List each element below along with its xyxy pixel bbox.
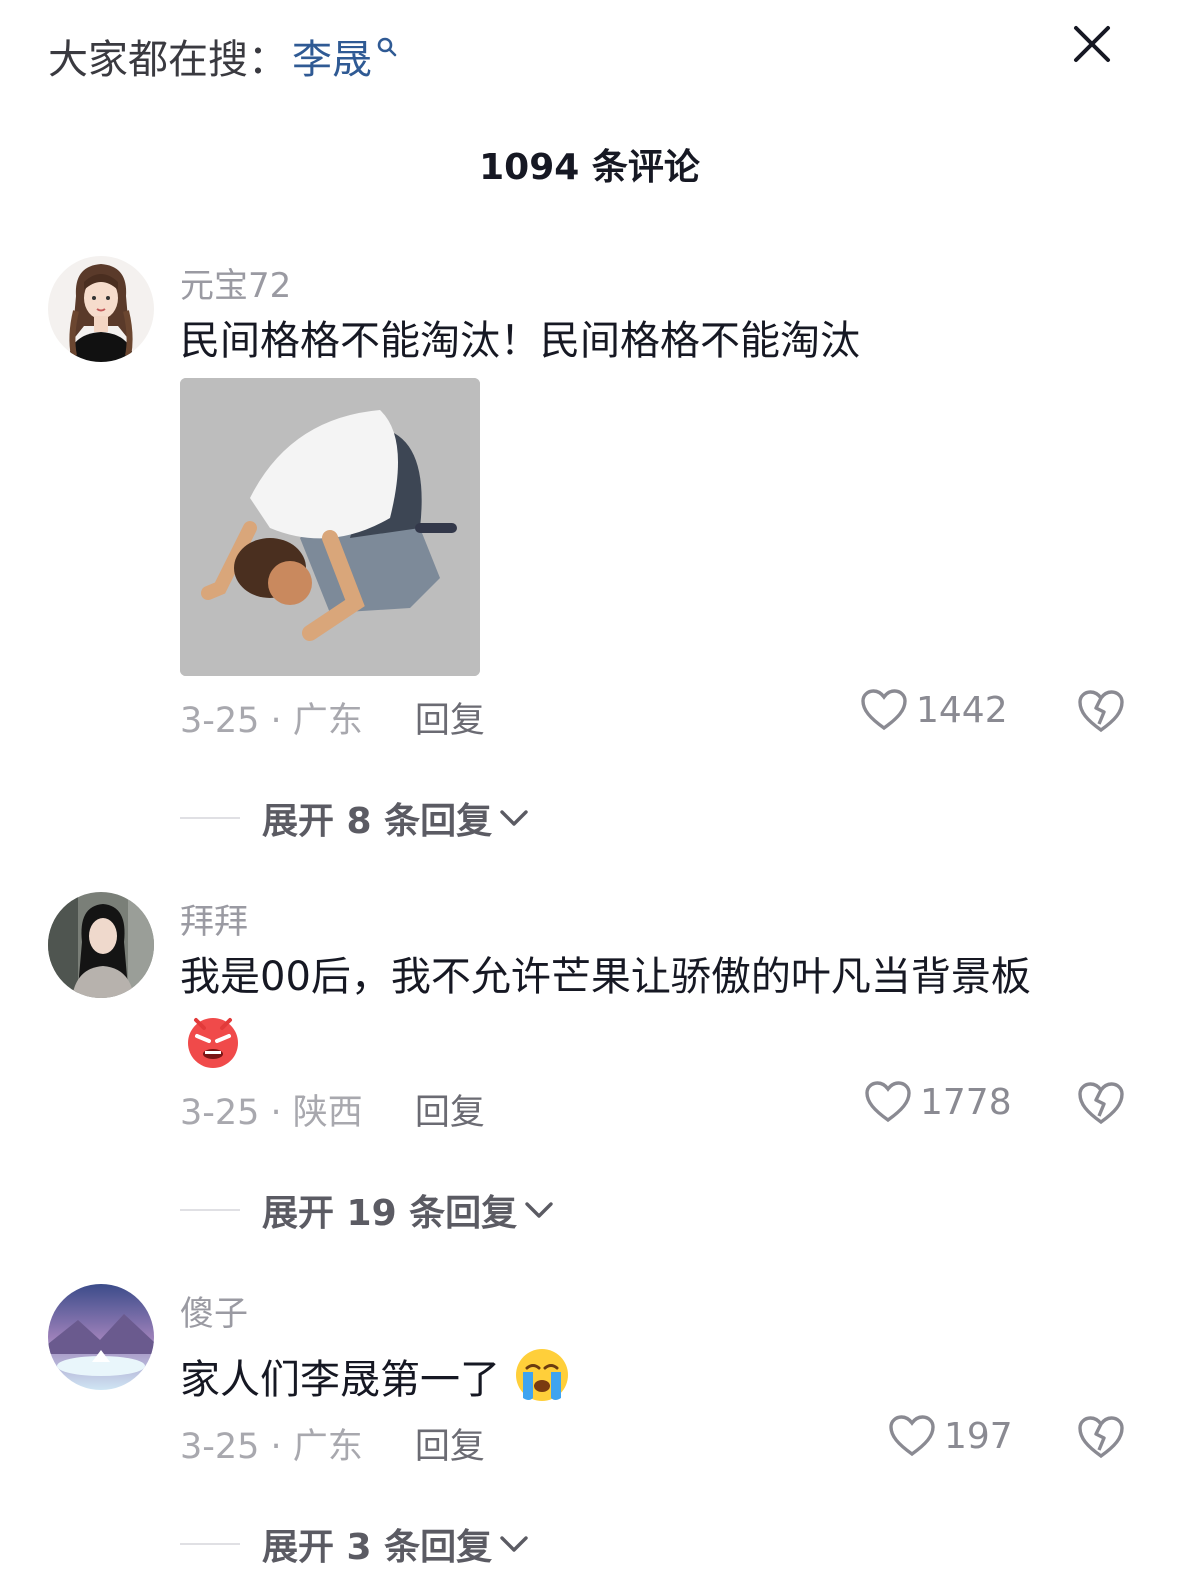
like-count: 1442	[916, 689, 1008, 731]
comment-meta: 3-25 · 广东 回复	[180, 692, 485, 743]
expand-replies[interactable]: 展开 3 条回复	[180, 1518, 530, 1570]
comment-text: 家人们李晟第一了	[180, 1346, 1130, 1418]
reply-button[interactable]: 回复	[415, 1084, 485, 1135]
username[interactable]: 傻子	[180, 1286, 248, 1335]
broken-heart-icon	[1078, 1416, 1124, 1459]
dislike-button[interactable]	[1076, 1080, 1126, 1130]
like-count: 1778	[920, 1081, 1012, 1123]
comment-count: 1094 条评论	[479, 147, 700, 188]
broken-heart-icon	[1078, 1082, 1124, 1125]
like-button[interactable]: 1442	[860, 688, 1008, 732]
search-keyword[interactable]: 李晟	[292, 27, 372, 85]
comment-meta: 3-25 · 广东 回复	[180, 1418, 485, 1469]
angry-face-emoji	[184, 1012, 242, 1074]
username[interactable]: 拜拜	[180, 894, 248, 943]
heart-icon	[865, 1081, 911, 1123]
avatar[interactable]	[48, 256, 154, 362]
crying-face-emoji	[513, 1346, 571, 1418]
username[interactable]: 元宝72	[180, 258, 291, 307]
avatar[interactable]	[48, 1284, 154, 1390]
heart-icon	[889, 1415, 935, 1457]
comment-item: 拜拜 我是00后，我不允许芒果让骄傲的叶凡当背景板 3-25 · 陕西 回复 1…	[0, 892, 1179, 1242]
chevron-down-icon	[500, 810, 528, 826]
search-suggestion[interactable]: 大家都在搜： 李晟	[48, 28, 398, 84]
search-icon	[376, 22, 398, 68]
expand-label: 展开 8 条回复	[262, 801, 493, 842]
divider-line	[180, 817, 240, 819]
dislike-button[interactable]	[1076, 688, 1126, 738]
comment-text-body: 家人们李晟第一了	[180, 1357, 500, 1403]
chevron-down-icon	[500, 1536, 528, 1552]
date-location: 3-25 · 广东	[180, 701, 363, 741]
broken-heart-icon	[1078, 690, 1124, 733]
divider-line	[180, 1543, 240, 1545]
expand-replies[interactable]: 展开 8 条回复	[180, 792, 530, 844]
like-count: 197	[944, 1415, 1013, 1457]
dislike-button[interactable]	[1076, 1414, 1126, 1464]
date-location: 3-25 · 广东	[180, 1427, 363, 1467]
reply-button[interactable]: 回复	[415, 692, 485, 743]
search-prefix: 大家都在搜：	[48, 37, 288, 83]
comment-text: 民间格格不能淘汰！民间格格不能淘汰	[180, 318, 860, 364]
reply-button[interactable]: 回复	[415, 1418, 485, 1469]
close-icon	[1074, 26, 1110, 62]
comment-image[interactable]	[180, 378, 480, 676]
comment-item: 元宝72 民间格格不能淘汰！民间格格不能淘汰 3-25 · 广东 回复 1442…	[0, 256, 1179, 846]
close-button[interactable]	[1066, 18, 1118, 70]
comment-item: 傻子 家人们李晟第一了 3-25 · 广东 回复 197 展开 3 条回复	[0, 1284, 1179, 1572]
comment-text: 我是00后，我不允许芒果让骄傲的叶凡当背景板	[180, 950, 1130, 1004]
like-button[interactable]: 197	[888, 1414, 1013, 1458]
expand-label: 展开 3 条回复	[262, 1527, 493, 1568]
like-button[interactable]: 1778	[864, 1080, 1012, 1124]
comment-meta: 3-25 · 陕西 回复	[180, 1084, 485, 1135]
avatar[interactable]	[48, 892, 154, 998]
chevron-down-icon	[525, 1202, 553, 1218]
expand-label: 展开 19 条回复	[262, 1193, 518, 1234]
divider-line	[180, 1209, 240, 1211]
heart-icon	[861, 689, 907, 731]
expand-replies[interactable]: 展开 19 条回复	[180, 1184, 555, 1236]
comment-text-body: 我是00后，我不允许芒果让骄傲的叶凡当背景板	[180, 954, 1031, 1000]
date-location: 3-25 · 陕西	[180, 1093, 363, 1133]
